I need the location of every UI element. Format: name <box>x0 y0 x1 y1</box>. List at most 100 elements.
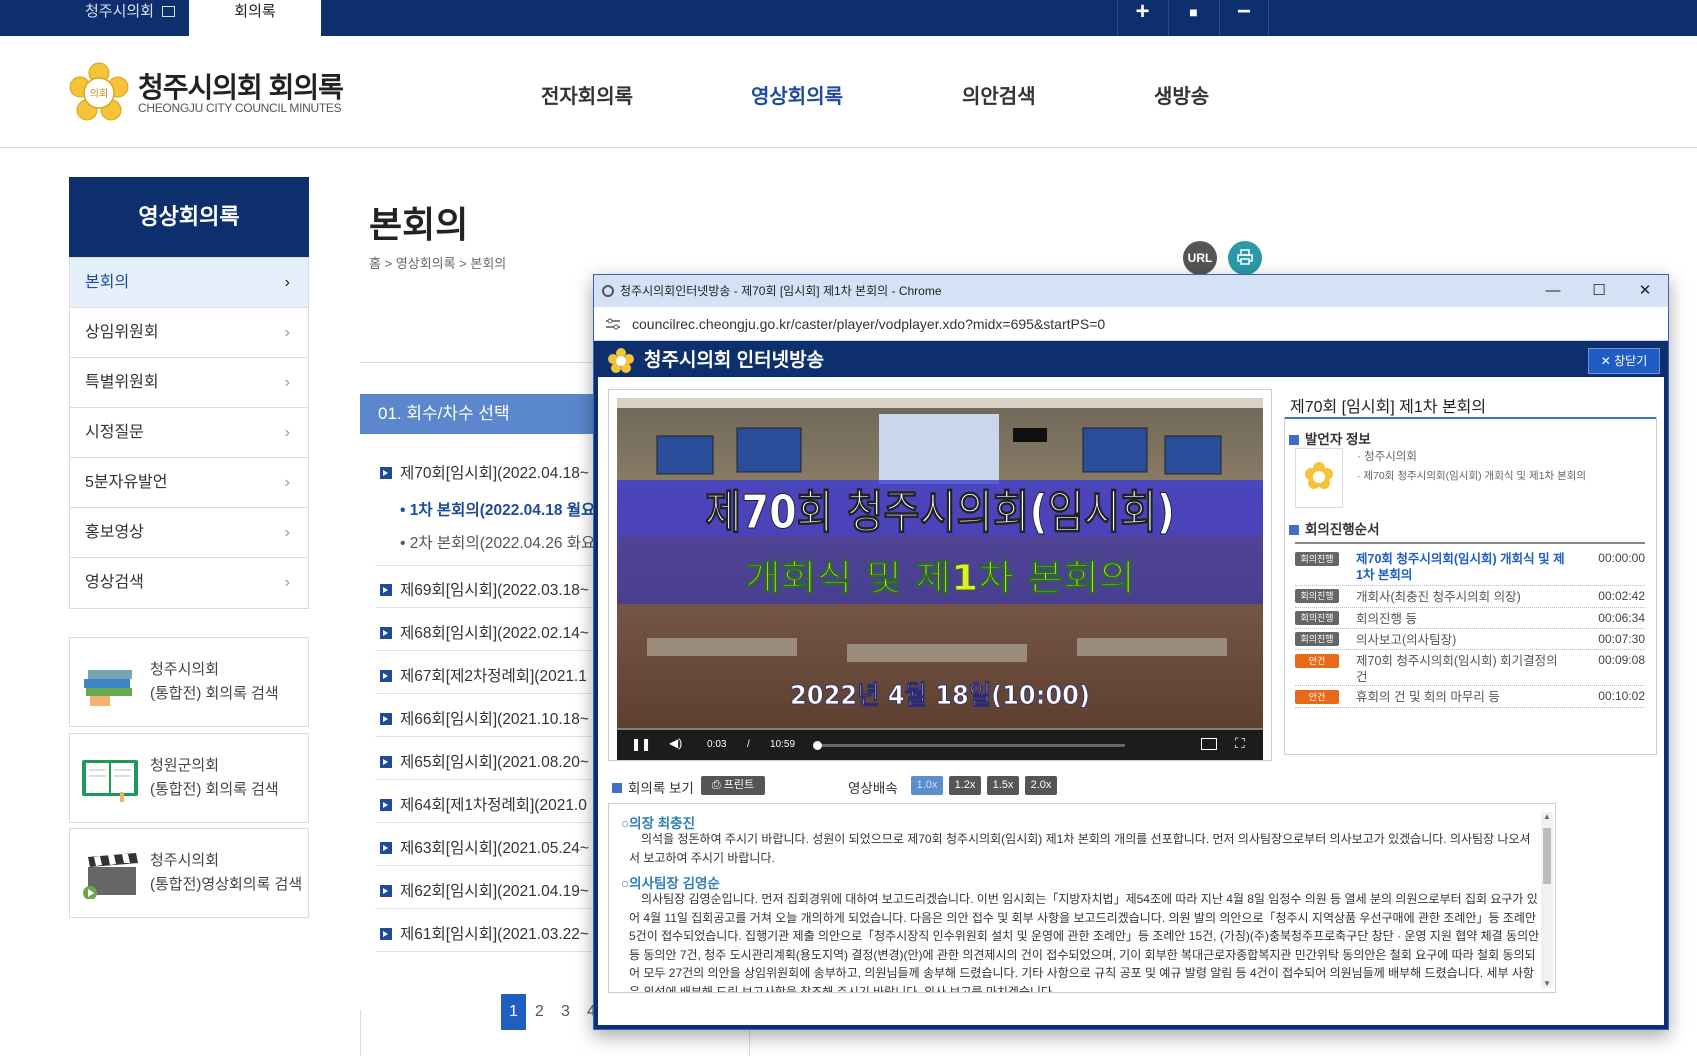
site-title[interactable]: 청주시의회 회의록 <box>138 66 344 106</box>
chevron-right-icon: › <box>284 424 290 441</box>
speaker-label: ○의사팀장 김영순 <box>621 876 720 891</box>
divider <box>375 865 605 866</box>
agenda-row[interactable]: 회의진행 의사보고(의사팀장) 00:07:30 <box>1295 629 1645 650</box>
sidebar-item-video-search[interactable]: 영상검색 › <box>70 558 308 608</box>
minutes-view-label: 회의록 보기 <box>612 777 694 797</box>
close-player-button[interactable]: ✕ 창닫기 <box>1588 348 1660 374</box>
sidebar-item-promo-video[interactable]: 홍보영상 › <box>70 508 308 558</box>
speech-text: 의석을 정돈하여 주시기 바랍니다. 성원이 되었으므로 제70회 청주시의회(… <box>629 832 1531 865</box>
sidebar-item-special-committee[interactable]: 특별위원회 › <box>70 358 308 408</box>
player-frame: 청주시의회 인터넷방송 ✕ 창닫기 제70회 청주시의회(임시회) 개회식 및 … <box>594 341 1668 1029</box>
session-item[interactable]: 제63회[임시회](2021.05.24~ <box>380 836 589 858</box>
divider <box>375 779 605 780</box>
page-1-button[interactable]: 1 <box>501 994 526 1030</box>
page-2-button[interactable]: 2 <box>527 994 552 1030</box>
zoom-reset-button[interactable]: ■ <box>1168 0 1218 36</box>
seek-bar[interactable] <box>812 741 1125 750</box>
minutes-transcript[interactable]: ○의장 최충진 의석을 정돈하여 주시기 바랍니다. 성원이 되었으므로 제70… <box>608 803 1556 993</box>
scrollbar-thumb[interactable] <box>1543 828 1551 884</box>
page-title: 본회의 <box>369 204 469 245</box>
tab-council[interactable]: 청주시의회 <box>69 0 189 36</box>
video-player[interactable]: 제70회 청주시의회(임시회) 개회식 및 제1차 본회의 2022년 4월 1… <box>617 398 1263 760</box>
svg-text:제70회 청주시의회(임시회): 제70회 청주시의회(임시회) <box>705 485 1175 539</box>
sidebar-item-five-minute-speech[interactable]: 5분자유발언 › <box>70 458 308 508</box>
session-item[interactable]: 제70회[임시회](2022.04.18~ <box>380 461 589 483</box>
session-item[interactable]: 제61회[임시회](2021.03.22~ <box>380 922 589 944</box>
side-menu: 본회의 › 상임위원회 › 특별위원회 › 시정질문 › 5분자유발언 › 홍보영상 › 영… <box>69 257 309 609</box>
speed-1x-button[interactable]: 1.0x <box>911 776 943 795</box>
transcript-scrollbar[interactable]: ▲ ▼ <box>1541 812 1553 988</box>
session-item[interactable]: 제69회[임시회](2022.03.18~ <box>380 578 589 600</box>
player-popup-window: 청주시의회인터넷방송 - 제70회 [임시회] 제1차 본회의 - Chrome… <box>593 274 1669 1030</box>
pause-icon[interactable]: ❚❚ <box>631 737 651 751</box>
agenda-row-active[interactable]: 회의진행 제70회 청주시의회(임시회) 개회식 및 제1차 본회의 00:00… <box>1295 548 1645 586</box>
divider <box>1295 542 1645 544</box>
sub-session-item[interactable]: • 2차 본회의(2022.04.26 화요 <box>400 531 595 553</box>
site-info-icon <box>602 285 614 297</box>
quick-link-cheongju-video-minutes[interactable]: 청주시의회 (통합전)영상회의록 검색 <box>69 828 309 918</box>
speaker-meeting: · 제70회 청주시의회(임시회) 개회식 및 제1차 본회의 <box>1357 470 1587 482</box>
divider <box>360 1010 361 1056</box>
url-copy-button[interactable]: URL <box>1183 241 1217 275</box>
lnb-title: 영상회의록 <box>69 177 309 257</box>
video-frame-image: 제70회 청주시의회(임시회) 개회식 및 제1차 본회의 2022년 4월 1… <box>617 398 1263 728</box>
speed-2x-button[interactable]: 2.0x <box>1025 776 1057 795</box>
divider <box>375 565 605 566</box>
volume-icon[interactable]: ◀) <box>669 736 682 750</box>
session-item[interactable]: 제68회[임시회](2022.02.14~ <box>380 621 589 643</box>
picture-in-picture-icon[interactable] <box>1201 738 1217 750</box>
session-item[interactable]: 제66회[임시회](2021.10.18~ <box>380 707 589 729</box>
council-seal-icon[interactable]: 의회 <box>68 62 130 124</box>
speed-1-5x-button[interactable]: 1.5x <box>987 776 1019 795</box>
expand-icon <box>380 670 392 682</box>
scroll-up-icon[interactable]: ▲ <box>1543 812 1551 821</box>
scroll-down-icon[interactable]: ▼ <box>1543 979 1551 988</box>
sidebar-item-policy-question[interactable]: 시정질문 › <box>70 408 308 458</box>
zoom-in-button[interactable]: + <box>1117 0 1167 36</box>
council-seal-icon <box>1305 462 1333 489</box>
quick-link-cheongwon-minutes[interactable]: 청원군의회 (통합전) 회의록 검색 <box>69 733 309 823</box>
site-settings-icon[interactable] <box>606 318 620 330</box>
seek-handle[interactable] <box>812 741 822 750</box>
agenda-row[interactable]: 회의진행 회의진행 등 00:06:34 <box>1295 608 1645 629</box>
bullet-icon <box>1289 435 1299 445</box>
nav-bill-search[interactable]: 의안검색 <box>962 80 1036 109</box>
chevron-right-icon: › <box>284 474 290 491</box>
tab-minutes[interactable]: 회의록 <box>189 0 321 36</box>
agenda-row[interactable]: 안건 제70회 청주시의회(임시회) 회기결정의 건 00:09:08 <box>1295 650 1645 686</box>
expand-icon <box>380 713 392 725</box>
sidebar-item-standing-committee[interactable]: 상임위원회 › <box>70 308 308 358</box>
duration: 10:59 <box>770 739 796 750</box>
speed-1-2x-button[interactable]: 1.2x <box>949 776 981 795</box>
divider <box>1285 417 1656 419</box>
books-icon <box>84 670 132 706</box>
maximize-button[interactable]: ☐ <box>1576 275 1622 307</box>
page-3-button[interactable]: 3 <box>553 994 578 1030</box>
address-bar[interactable]: councilrec.cheongju.go.kr/caster/player/… <box>594 307 1668 341</box>
session-item[interactable]: 제65회[임시회](2021.08.20~ <box>380 750 589 772</box>
fullscreen-icon[interactable]: ⛶ <box>1235 735 1245 752</box>
player-header: 청주시의회 인터넷방송 ✕ 창닫기 <box>598 345 1664 377</box>
close-window-button[interactable]: ✕ <box>1622 275 1668 307</box>
expand-icon <box>380 467 392 479</box>
svg-text:개회식 및 제1차 본회의: 개회식 및 제1차 본회의 <box>745 558 1135 599</box>
agenda-row[interactable]: 회의진행 개회사(최충진 청주시의회 의장) 00:02:42 <box>1295 586 1645 608</box>
zoom-out-button[interactable]: − <box>1219 0 1269 36</box>
session-item[interactable]: 제62회[임시회](2021.04.19~ <box>380 879 589 901</box>
agenda-row[interactable]: 안건 휴회의 건 및 회의 마무리 등 00:10:02 <box>1295 686 1645 708</box>
nav-video-minutes[interactable]: 영상회의록 <box>751 80 843 109</box>
print-button[interactable] <box>1228 241 1262 275</box>
session-item[interactable]: 제64회[제1차정례회](2021.0 <box>380 793 587 815</box>
session-item[interactable]: 제67회[제2차정례회](2021.1 <box>380 664 587 686</box>
nav-electronic-minutes[interactable]: 전자회의록 <box>541 80 633 109</box>
meeting-title: 제70회 [임시회] 제1차 본회의 <box>1290 399 1487 416</box>
nav-live[interactable]: 생방송 <box>1154 80 1209 109</box>
divider <box>375 908 605 909</box>
chevron-right-icon: › <box>284 524 290 541</box>
sidebar-item-plenary[interactable]: 본회의 › <box>70 258 308 308</box>
print-minutes-button[interactable]: ⎙ 프린트 <box>701 776 765 795</box>
quick-link-cheongju-minutes[interactable]: 청주시의회 (통합전) 회의록 검색 <box>69 637 309 727</box>
minimize-button[interactable]: — <box>1530 275 1576 307</box>
sub-session-item-active[interactable]: • 1차 본회의(2022.04.18 월요 <box>400 498 595 520</box>
expand-icon <box>380 885 392 897</box>
